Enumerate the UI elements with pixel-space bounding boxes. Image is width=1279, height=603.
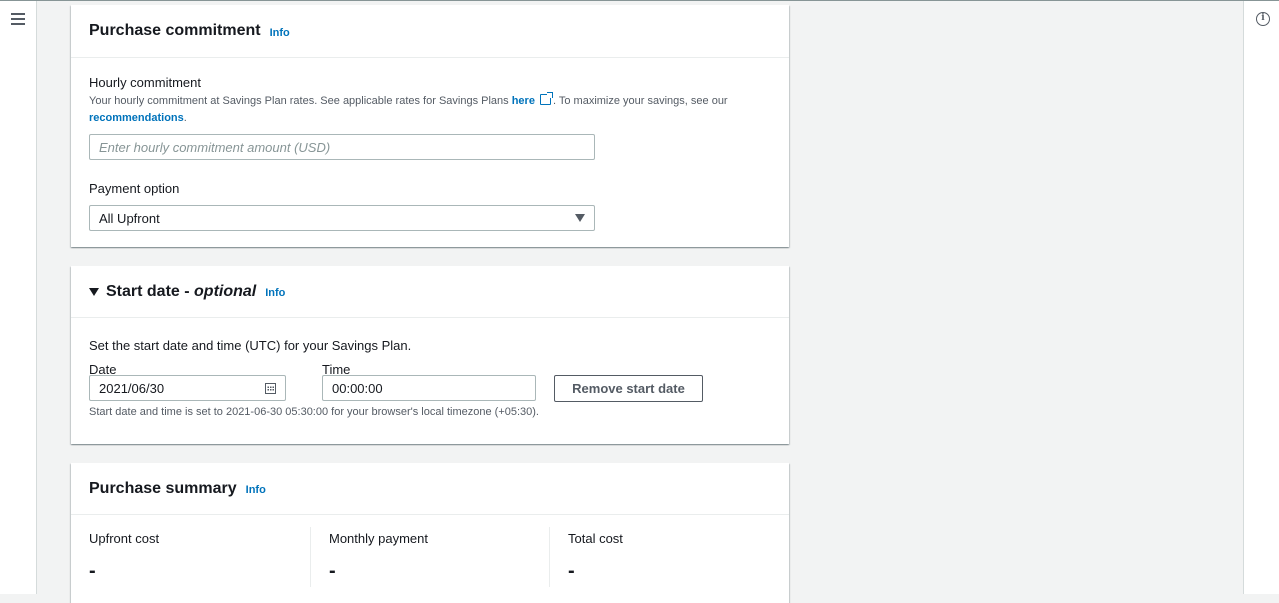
- date-input[interactable]: 2021/06/30: [89, 375, 286, 401]
- info-circle-icon[interactable]: i: [1256, 12, 1270, 26]
- recommendations-link[interactable]: recommendations: [89, 112, 184, 124]
- upfront-cost-value: -: [89, 560, 96, 582]
- date-value: 2021/06/30: [99, 380, 165, 396]
- column-divider: [549, 527, 550, 587]
- upfront-cost-label: Upfront cost: [89, 531, 160, 546]
- hourly-commitment-label: Hourly commitment: [89, 75, 201, 90]
- expand-caret-icon[interactable]: [89, 287, 99, 296]
- time-value: 00:00:00: [332, 380, 383, 396]
- total-cost-value: -: [568, 560, 575, 582]
- purchase-summary-panel: Purchase summary Info Upfront cost - Mon…: [71, 463, 789, 603]
- timezone-note: Start date and time is set to 2021-06-30…: [89, 406, 539, 418]
- purchase-summary-info-link[interactable]: Info: [246, 484, 266, 496]
- desc-text-2: . To maximize your savings, see our: [552, 95, 728, 107]
- caret-down-icon: [575, 214, 585, 222]
- hourly-commitment-input[interactable]: Enter hourly commitment amount (USD): [89, 134, 595, 160]
- total-cost-label: Total cost: [568, 531, 623, 546]
- purchase-commitment-header: Purchase commitment Info: [71, 5, 789, 58]
- purchase-summary-title: Purchase summary: [89, 479, 237, 497]
- monthly-payment-label: Monthly payment: [329, 531, 428, 546]
- start-date-info-link[interactable]: Info: [265, 287, 285, 299]
- hamburger-icon[interactable]: [11, 13, 25, 25]
- purchase-commitment-panel: Purchase commitment Info Hourly commitme…: [71, 5, 789, 247]
- desc-text-1: Your hourly commitment at Savings Plan r…: [89, 95, 512, 107]
- external-link-icon[interactable]: [539, 92, 553, 105]
- calendar-icon[interactable]: [265, 382, 276, 394]
- start-date-description: Set the start date and time (UTC) for yo…: [89, 338, 412, 353]
- start-date-panel: Start date - optional Info Set the start…: [71, 266, 789, 444]
- column-divider: [310, 527, 311, 587]
- purchase-commitment-title: Purchase commitment: [89, 22, 261, 39]
- payment-option-select[interactable]: All Upfront: [89, 205, 595, 231]
- navigation-rail: [0, 1, 37, 594]
- time-input[interactable]: 00:00:00: [322, 375, 536, 401]
- monthly-payment-column: Monthly payment -: [329, 531, 428, 589]
- rates-here-link[interactable]: here: [512, 95, 535, 107]
- purchase-commitment-info-link[interactable]: Info: [270, 27, 290, 39]
- start-date-title: Start date - optional: [106, 283, 256, 301]
- remove-start-date-button[interactable]: Remove start date: [554, 375, 703, 402]
- start-date-optional-text: optional: [194, 282, 257, 300]
- start-date-header[interactable]: Start date - optional Info: [71, 266, 789, 318]
- tools-rail: i: [1243, 1, 1279, 594]
- payment-option-value: All Upfront: [99, 210, 160, 226]
- start-date-title-text: Start date -: [106, 282, 195, 300]
- main-content: Purchase commitment Info Hourly commitme…: [37, 1, 1243, 603]
- upfront-cost-column: Upfront cost -: [89, 531, 159, 589]
- total-cost-column: Total cost -: [568, 531, 623, 589]
- purchase-summary-header: Purchase summary Info: [71, 463, 789, 515]
- desc-text-3: .: [183, 112, 187, 124]
- hourly-commitment-description: Your hourly commitment at Savings Plan r…: [89, 92, 771, 127]
- monthly-payment-value: -: [329, 560, 336, 582]
- payment-option-label: Payment option: [89, 181, 180, 196]
